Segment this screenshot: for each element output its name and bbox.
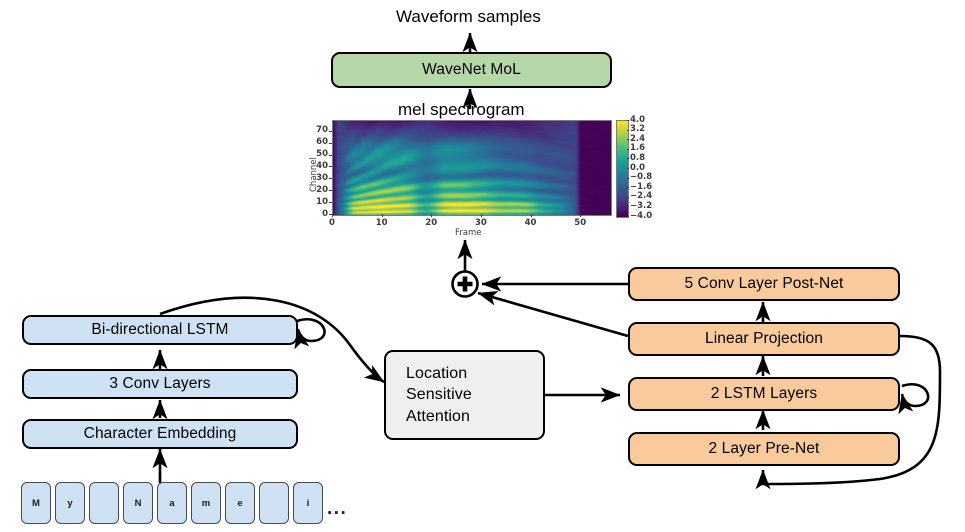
ytick-label: 20 [316, 184, 328, 195]
diagram-canvas: Waveform samples mel spectrogram WaveNet… [0, 0, 965, 532]
post-net-label: 5 Conv Layer Post-Net [684, 274, 844, 292]
wavenet-mol-label: WaveNet MoL [422, 60, 521, 78]
ytick-label: 30 [316, 172, 328, 183]
xtick-label: 20 [425, 218, 438, 228]
colorbar-tick-mark [627, 129, 629, 131]
character-glyph: i [306, 497, 310, 509]
ytick-mark [329, 130, 332, 132]
character-box-6[interactable]: e [225, 482, 255, 524]
xtick-label: 30 [475, 218, 487, 228]
colorbar-tick-label: 0.0 [630, 162, 646, 173]
character-box-2[interactable] [89, 482, 119, 524]
colorbar-tick-mark [627, 196, 629, 198]
pre-net-label: 2 Layer Pre-Net [708, 439, 820, 457]
ytick-label: 40 [316, 160, 328, 171]
colorbar-tick-mark [627, 216, 629, 217]
sum-node-glyph [451, 270, 479, 298]
characters-ellipsis: ... [327, 498, 348, 519]
lstm-layers-label: 2 LSTM Layers [710, 384, 818, 402]
linear-projection-box[interactable]: Linear Projection [628, 322, 900, 356]
ytick-mark [329, 190, 332, 192]
character-glyph: a [169, 497, 175, 509]
spectrogram-colorbar [616, 120, 629, 218]
character-embedding-box[interactable]: Character Embedding [22, 419, 298, 449]
ytick-mark [329, 178, 332, 180]
ytick-mark [329, 142, 332, 144]
character-embedding-label: Character Embedding [83, 424, 237, 442]
xtick-mark [431, 214, 433, 217]
xtick-label: 0 [329, 218, 335, 228]
colorbar-tick-mark [627, 177, 629, 179]
waveform-samples-label: Waveform samples [396, 7, 541, 26]
character-glyph: N [134, 497, 142, 509]
ytick-mark [329, 154, 332, 156]
wavenet-mol-box[interactable]: WaveNet MoL [331, 52, 612, 88]
ytick-mark [329, 202, 332, 204]
colorbar-tick-label: −4.0 [630, 210, 653, 221]
mel-spectrogram-figure: Channel Frame 0 10 20 30 40 50 60 70 0 10 20 30 40 5… [305, 114, 670, 242]
ytick-label: 10 [316, 196, 328, 207]
location-sensitive-attention-box[interactable]: Location Sensitive Attention [384, 350, 545, 440]
attention-line-3: Attention [406, 407, 471, 425]
character-glyph: M [32, 497, 40, 509]
post-net-box[interactable]: 5 Conv Layer Post-Net [628, 267, 900, 301]
xtick-mark [381, 214, 383, 217]
ytick-label: 50 [316, 149, 328, 159]
xtick-mark [580, 214, 582, 217]
colorbar-tick-mark [627, 148, 629, 150]
selfloop-bilstm [294, 318, 326, 350]
linear-projection-label: Linear Projection [704, 329, 824, 347]
colorbar-tick-label: 1.6 [630, 143, 646, 154]
character-box-8[interactable]: i [293, 482, 323, 524]
colorbar-tick-mark [627, 158, 629, 160]
ytick-label: 60 [316, 137, 328, 148]
xtick-mark [480, 214, 482, 217]
character-box-7[interactable] [259, 482, 289, 524]
xtick-label: 50 [574, 218, 587, 228]
character-box-4[interactable]: a [157, 482, 187, 524]
spectrogram-xlabel: Frame [455, 228, 482, 238]
bi-directional-lstm-label: Bi-directional LSTM [91, 320, 229, 338]
colorbar-tick-label: −1.6 [630, 181, 653, 192]
xtick-mark [332, 214, 333, 217]
xtick-label: 40 [524, 218, 537, 228]
character-glyph: e [237, 497, 243, 509]
lstm-layers-box[interactable]: 2 LSTM Layers [628, 377, 900, 411]
colorbar-tick-label: 3.2 [630, 124, 646, 135]
arrow-linear-to-sum [477, 291, 629, 338]
spectrogram-image [332, 120, 612, 216]
ytick-label: 0 [322, 208, 328, 219]
attention-line-1: Location [406, 365, 468, 383]
colorbar-tick-label: 2.4 [630, 133, 646, 144]
colorbar-tick-mark [627, 187, 629, 189]
colorbar-tick-mark [627, 139, 629, 141]
conv-layers-label: 3 Conv Layers [109, 374, 211, 392]
colorbar-tick-label: −2.4 [630, 191, 653, 202]
character-glyph: y [67, 497, 73, 509]
colorbar-tick-label: 0.8 [630, 152, 646, 163]
character-box-0[interactable]: M [21, 482, 51, 524]
selfloop-lstm [898, 383, 930, 415]
xtick-label: 10 [375, 218, 388, 228]
colorbar-tick-mark [627, 168, 629, 169]
character-box-1[interactable]: y [55, 482, 85, 524]
character-box-3[interactable]: N [123, 482, 153, 524]
ytick-mark [329, 166, 332, 168]
colorbar-tick-mark [627, 206, 629, 208]
ytick-label: 70 [316, 125, 328, 136]
attention-line-2: Sensitive [406, 386, 472, 404]
colorbar-tick-label: −0.8 [630, 172, 653, 183]
conv-layers-box[interactable]: 3 Conv Layers [22, 369, 298, 399]
character-box-5[interactable]: m [191, 482, 221, 524]
colorbar-tick-label: 4.0 [630, 114, 646, 125]
pre-net-box[interactable]: 2 Layer Pre-Net [628, 432, 900, 466]
colorbar-tick-label: −3.2 [630, 200, 653, 211]
colorbar-tick-mark [627, 120, 629, 121]
character-glyph: m [201, 497, 211, 509]
bi-directional-lstm-box[interactable]: Bi-directional LSTM [22, 315, 298, 345]
xtick-mark [530, 214, 532, 217]
